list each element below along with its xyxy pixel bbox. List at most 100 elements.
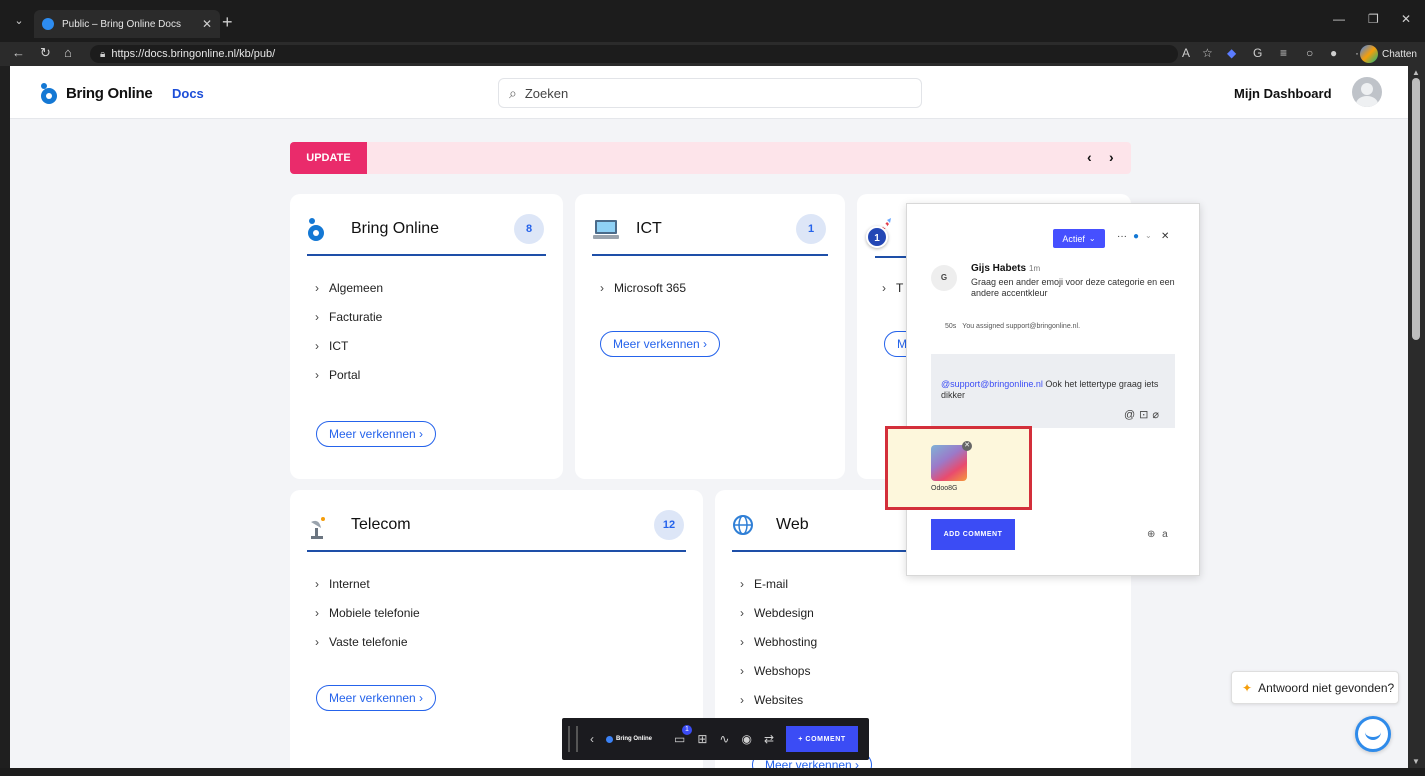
- card-link-partial[interactable]: › T: [882, 274, 903, 303]
- paperclip-icon[interactable]: ⌀: [1152, 409, 1163, 421]
- activity-time: 50s: [945, 323, 957, 330]
- card-link-webshops[interactable]: › Webshops: [740, 657, 817, 686]
- page-viewport: Bring Online Docs ⌕ Mijn Dashboard UPDAT…: [10, 66, 1408, 768]
- site-favicon-icon: [42, 18, 54, 30]
- card-link-microsoft-365[interactable]: › Microsoft 365: [600, 274, 686, 303]
- explore-more-button[interactable]: Meer verkennen ›: [316, 685, 437, 711]
- card-link-facturatie[interactable]: › Facturatie: [315, 303, 383, 332]
- card-link-e-mail[interactable]: › E-mail: [740, 570, 817, 599]
- close-window-icon[interactable]: ✕: [1401, 12, 1411, 26]
- card-header: Telecom 12: [307, 510, 686, 552]
- collapse-icon[interactable]: ‹: [590, 732, 594, 746]
- reply-text: @support@bringonline.nl Ook het letterty…: [941, 379, 1171, 401]
- scrollbar-thumb[interactable]: [1412, 78, 1420, 340]
- profile-icon[interactable]: ●: [1330, 46, 1337, 60]
- restore-icon[interactable]: ❐: [1368, 12, 1379, 26]
- new-tab-icon[interactable]: +: [222, 12, 233, 33]
- card-link-list: › Algemeen › Facturatie › ICT › Portal: [315, 274, 383, 390]
- scroll-down-icon[interactable]: ▼: [1412, 757, 1420, 766]
- chevron-right-icon: ›: [740, 606, 744, 620]
- explore-more-button[interactable]: Meer verkennen ›: [316, 421, 437, 447]
- comments-icon[interactable]: ▭ 1: [674, 725, 692, 746]
- docs-nav-link[interactable]: Docs: [172, 86, 204, 101]
- url-field[interactable]: 🔒︎ https://docs.bringonline.nl/kb/pub/: [90, 45, 1178, 63]
- scroll-up-icon[interactable]: ▲: [1412, 68, 1420, 77]
- new-comment-button[interactable]: + COMMENT: [786, 726, 859, 752]
- favorites-list-icon[interactable]: ≡: [1280, 46, 1287, 60]
- computer-icon: [592, 218, 620, 244]
- user-avatar[interactable]: [1352, 77, 1382, 107]
- activity-icon[interactable]: ∿: [719, 732, 729, 746]
- help-prompt[interactable]: ✦ Antwoord niet gevonden?: [1231, 671, 1399, 704]
- swap-icon[interactable]: ⇄: [764, 732, 774, 746]
- card-link-internet[interactable]: › Internet: [315, 570, 420, 599]
- reload-icon[interactable]: ↻: [40, 45, 51, 61]
- chat-launcher-icon[interactable]: [1355, 716, 1391, 752]
- card-link-mobiele-telefonie[interactable]: › Mobiele telefonie: [315, 599, 420, 628]
- comment-count-badge: 1: [682, 725, 692, 735]
- card-link-portal[interactable]: › Portal: [315, 361, 383, 390]
- activity-log: 50s You assigned support@bringonline.nl.: [945, 323, 1080, 330]
- reply-editor[interactable]: @support@bringonline.nl Ook het letterty…: [931, 354, 1175, 428]
- chevron-right-icon: ›: [315, 635, 319, 649]
- mention-icon[interactable]: @: [1124, 409, 1139, 421]
- search-input[interactable]: [524, 85, 885, 101]
- attachment-thumbnail[interactable]: [931, 445, 967, 481]
- assignee-chevron-icon[interactable]: ⌄: [1145, 231, 1152, 240]
- card-title: Web: [776, 516, 809, 533]
- card-link-algemeen[interactable]: › Algemeen: [315, 274, 383, 303]
- shield-icon[interactable]: ○: [1306, 46, 1313, 60]
- favorite-star-icon[interactable]: ☆: [1202, 46, 1213, 60]
- card-link-list: › E-mail › Webdesign › Webhosting › Webshops…: [740, 570, 817, 715]
- dashboard-link[interactable]: Mijn Dashboard: [1234, 86, 1332, 101]
- card-header: Bring Online 8: [307, 214, 546, 256]
- add-reaction-icon[interactable]: ⊕: [1147, 529, 1155, 540]
- attachment-highlight: ✕ Odoo8G: [885, 426, 1032, 510]
- read-aloud-icon[interactable]: A: [1182, 46, 1190, 60]
- brand-logo[interactable]: Bring Online: [40, 83, 153, 104]
- feedback-toolbar: ‹ Bring Online ▭ 1 ⊞ ∿ ◉ ⇄ + COMMENT: [562, 718, 869, 760]
- chevron-right-icon: ›: [740, 693, 744, 707]
- search-box[interactable]: ⌕: [498, 78, 922, 108]
- url-text: https://docs.bringonline.nl/kb/pub/: [111, 48, 276, 60]
- banner-next-icon[interactable]: ›: [1109, 149, 1114, 165]
- banner-prev-icon[interactable]: ‹: [1087, 149, 1092, 165]
- unlock-icon[interactable]: ⊡: [1139, 409, 1152, 421]
- close-tab-icon[interactable]: ✕: [202, 17, 212, 31]
- browser-tab[interactable]: Public – Bring Online Docs ✕: [34, 10, 220, 38]
- reply-tools: @⊡⌀: [1124, 408, 1163, 421]
- page-scrollbar[interactable]: ▲ ▼: [1408, 66, 1425, 768]
- card-header: ICT 1: [592, 214, 828, 256]
- home-icon[interactable]: ⌂: [64, 45, 72, 60]
- comment-time: 1m: [1029, 264, 1041, 273]
- card-link-list: › Microsoft 365: [600, 274, 686, 303]
- eye-icon[interactable]: ◉: [741, 732, 751, 746]
- text-format-icon[interactable]: a: [1162, 529, 1168, 540]
- comment-pin[interactable]: 1: [866, 226, 888, 248]
- status-dropdown[interactable]: Actief ⌄: [1053, 229, 1105, 248]
- add-comment-button[interactable]: ADD COMMENT: [931, 519, 1015, 550]
- drag-handle[interactable]: [568, 726, 578, 752]
- assignee-logo-icon[interactable]: ●: [1133, 231, 1139, 242]
- address-bar-row: ← ↻ ⌂ 🔒︎ https://docs.bringonline.nl/kb/…: [0, 42, 1425, 66]
- minimize-icon[interactable]: —: [1333, 12, 1345, 26]
- card-link-ict[interactable]: › ICT: [315, 332, 383, 361]
- card-link-webhosting[interactable]: › Webhosting: [740, 628, 817, 657]
- category-card-bring-online: Bring Online 8 › Algemeen › Facturatie › IC…: [290, 194, 563, 479]
- card-link-vaste-telefonie[interactable]: › Vaste telefonie: [315, 628, 420, 657]
- bitwarden-icon[interactable]: ◆: [1227, 46, 1236, 60]
- card-count-badge: 1: [796, 214, 826, 244]
- status-label: Actief: [1062, 233, 1085, 244]
- copilot-button[interactable]: Chatten: [1359, 45, 1417, 63]
- card-link-websites[interactable]: › Websites: [740, 686, 817, 715]
- grid-icon[interactable]: ⊞: [697, 732, 707, 746]
- more-options-icon[interactable]: ···: [1117, 231, 1127, 242]
- explore-more-button[interactable]: Meer verkennen ›: [600, 331, 721, 357]
- chevron-right-icon: ›: [600, 281, 604, 295]
- close-popup-icon[interactable]: ✕: [1161, 231, 1169, 242]
- remove-attachment-icon[interactable]: ✕: [962, 441, 972, 451]
- tab-list-icon[interactable]: ⌄: [8, 11, 30, 31]
- card-link-webdesign[interactable]: › Webdesign: [740, 599, 817, 628]
- back-icon[interactable]: ←: [12, 45, 25, 60]
- extension-icon[interactable]: G: [1253, 46, 1262, 60]
